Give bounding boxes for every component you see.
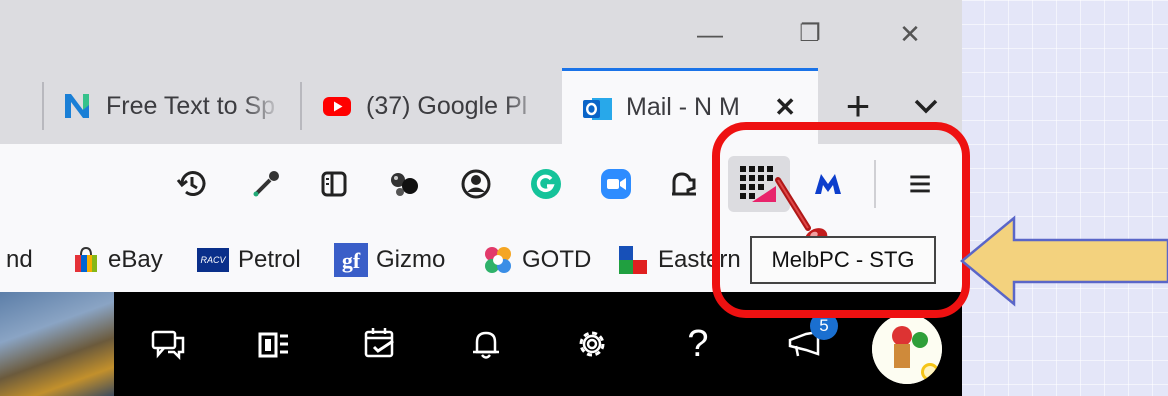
grammarly-icon <box>531 169 561 199</box>
zoom-icon <box>601 169 631 199</box>
spheres-icon <box>391 173 418 196</box>
history-icon <box>176 171 206 196</box>
tooltip-text: MelbPC - STG <box>771 247 915 272</box>
svg-text:RACV: RACV <box>200 255 226 265</box>
close-tab-button[interactable]: ✕ <box>774 92 796 123</box>
annotation-arrow-icon <box>960 215 1168 307</box>
spheres-extension-button[interactable] <box>382 162 426 206</box>
bookmark-label: eBay <box>108 246 163 273</box>
gear-icon <box>579 331 605 357</box>
history-button[interactable] <box>170 162 214 206</box>
title-bar: — ❐ ✕ <box>0 0 962 68</box>
zoom-extension-button[interactable] <box>594 162 638 206</box>
eyedropper-button[interactable] <box>244 162 288 206</box>
chevron-down-icon <box>914 99 938 114</box>
grammarly-button[interactable] <box>524 162 568 206</box>
minimize-button[interactable]: — <box>690 14 730 54</box>
question-mark-icon: ? <box>687 322 709 365</box>
svg-text:gf: gf <box>342 248 361 273</box>
notifications-button[interactable] <box>464 322 508 366</box>
bookmark-label: Petrol <box>238 246 301 273</box>
restore-button[interactable]: ❐ <box>790 14 830 54</box>
extensions-button[interactable] <box>662 162 706 206</box>
bookmark-gotd[interactable]: GOTD <box>482 240 591 280</box>
reader-view-icon <box>321 171 347 197</box>
gotd-icon <box>482 244 514 276</box>
bookmark-label: GOTD <box>522 246 592 273</box>
office-apps-button[interactable] <box>252 322 296 366</box>
bookmark-ebay[interactable]: eBay <box>72 240 163 280</box>
outlook-icon <box>582 93 612 123</box>
ebay-bag-icon <box>72 246 100 274</box>
chat-bubbles-icon <box>151 330 185 361</box>
tab-separator <box>42 82 44 130</box>
bookmark-petrol[interactable]: RACV Petrol <box>196 240 301 280</box>
racv-icon: RACV <box>196 246 230 274</box>
account-avatar-button[interactable] <box>872 314 942 384</box>
office-icon <box>258 332 288 358</box>
extension-icon <box>672 172 696 196</box>
whats-new-button[interactable]: 5 <box>782 312 838 366</box>
bell-icon <box>473 331 499 359</box>
bookmark-label: nd <box>6 246 33 273</box>
close-window-button[interactable]: ✕ <box>890 14 930 54</box>
help-button[interactable]: ? <box>676 322 720 366</box>
gf-icon: gf <box>334 243 368 277</box>
settings-button[interactable] <box>570 322 614 366</box>
youtube-icon <box>322 91 352 121</box>
my-day-button[interactable] <box>358 322 402 366</box>
header-photo <box>0 292 114 396</box>
bookmark-gizmo[interactable]: gf Gizmo <box>334 240 445 280</box>
account-button[interactable] <box>454 162 498 206</box>
avatar-icon <box>872 314 942 384</box>
eyedropper-icon <box>253 171 279 197</box>
list-all-tabs-button[interactable] <box>904 86 948 126</box>
account-icon <box>461 169 491 199</box>
eastern-icon <box>618 244 650 276</box>
tooltip: MelbPC - STG <box>750 236 936 284</box>
reader-view-button[interactable] <box>312 162 356 206</box>
calendar-check-icon <box>364 328 394 358</box>
tab-title: Mail - N M <box>626 93 740 121</box>
bookmark-label: Gizmo <box>376 246 446 273</box>
bookmark-item[interactable]: nd <box>6 240 33 280</box>
highlight-circle <box>712 122 970 318</box>
tab-fade <box>242 68 282 144</box>
tab-fade <box>504 68 544 144</box>
feedback-button[interactable] <box>146 322 190 366</box>
n-logo-icon <box>62 91 92 121</box>
tab-separator <box>300 82 302 130</box>
